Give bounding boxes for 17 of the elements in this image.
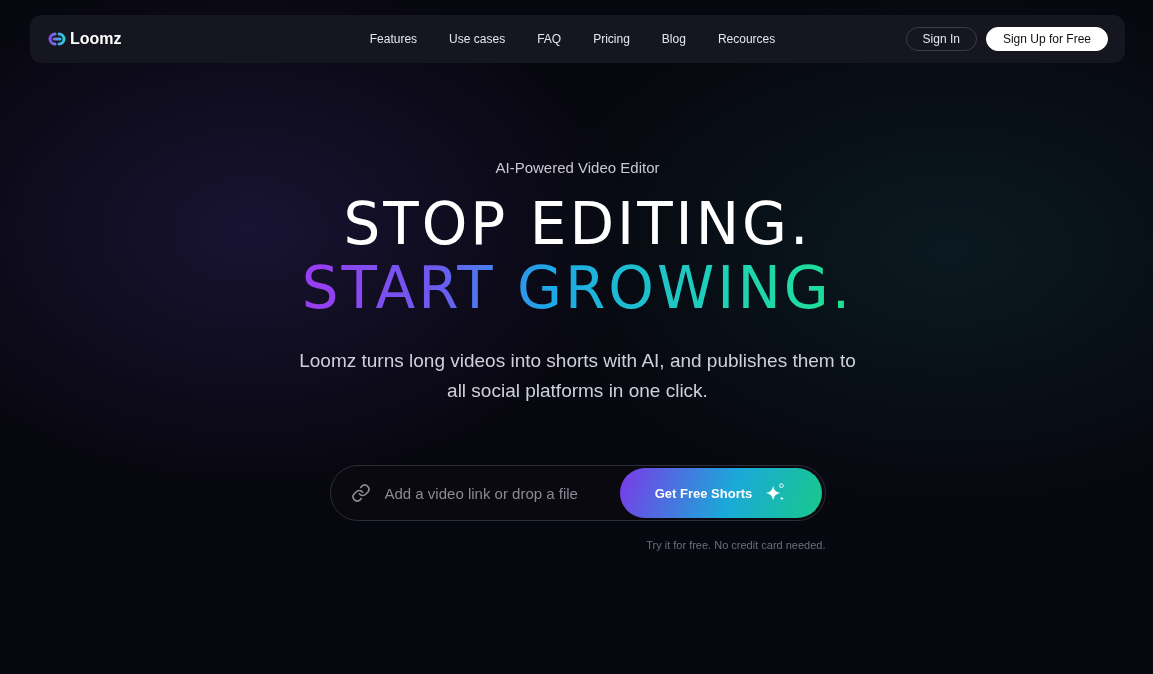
nav-link[interactable]: Recources — [717, 32, 776, 46]
logo-icon — [47, 31, 67, 47]
brand-name: Loomz — [70, 30, 122, 48]
eyebrow-text: AI-Powered Video Editor — [495, 159, 660, 176]
sign-up-button[interactable]: Sign Up for Free — [985, 27, 1108, 51]
nav-link[interactable]: Features — [369, 32, 418, 46]
nav-link[interactable]: Use cases — [449, 32, 506, 46]
nav-link[interactable]: Blog — [661, 32, 686, 46]
get-free-shorts-button[interactable]: Get Free Shorts — [619, 468, 822, 518]
subtitle: Loomz turns long videos into shorts with AI, and publishes them to all social platforms in one click. — [298, 349, 857, 403]
nav-link[interactable]: Pricing — [593, 32, 630, 46]
free-trial-note: Try it for free. No credit card needed. — [645, 539, 826, 551]
link-icon — [350, 483, 371, 503]
sign-in-button[interactable]: Sign In — [905, 27, 977, 51]
nav-link[interactable]: FAQ — [537, 32, 562, 46]
video-link-field[interactable]: Add a video link or drop a file Get Free Shorts — [329, 465, 826, 521]
headline: STOP EDITING. — [343, 192, 812, 256]
